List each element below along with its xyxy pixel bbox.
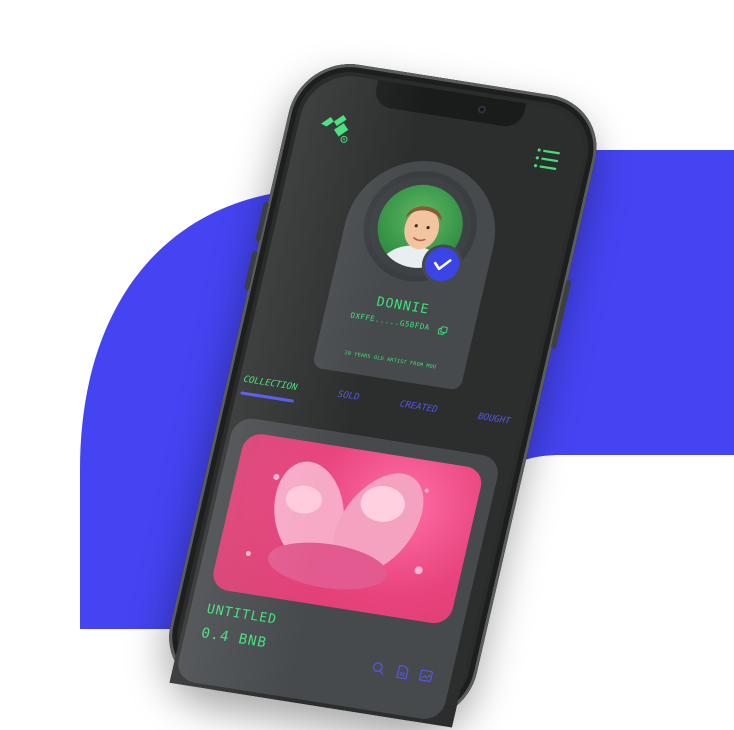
- nft-card[interactable]: UNTITLED 0.4 BNB: [174, 415, 502, 722]
- document-icon[interactable]: [394, 664, 411, 680]
- nft-title: UNTITLED: [205, 601, 279, 628]
- copy-icon[interactable]: [437, 325, 448, 335]
- tab-collection[interactable]: COLLECTION: [240, 375, 298, 403]
- brand-logo-icon[interactable]: R: [315, 110, 357, 145]
- image-icon[interactable]: [417, 668, 434, 684]
- profile-bio: 20 YEARS OLD ARTIST FROM MOO: [343, 350, 437, 371]
- nft-artwork: [245, 461, 429, 590]
- tab-created[interactable]: CREATED: [397, 399, 439, 424]
- hamburger-menu-icon[interactable]: [532, 146, 563, 174]
- tab-sold[interactable]: SOLD: [334, 390, 361, 413]
- tab-bought[interactable]: BOUGHT: [475, 412, 511, 437]
- nft-price: 0.4 BNB: [199, 625, 269, 652]
- avatar-ring: [359, 169, 481, 284]
- search-icon[interactable]: [370, 660, 387, 676]
- nft-artwork-image[interactable]: [209, 431, 485, 626]
- camera-icon: [477, 105, 487, 115]
- profile-card: DONNIE OXFFE.....G5BFDA 20 YEARS OLD ART…: [311, 150, 511, 391]
- nft-action-bar: [370, 660, 434, 683]
